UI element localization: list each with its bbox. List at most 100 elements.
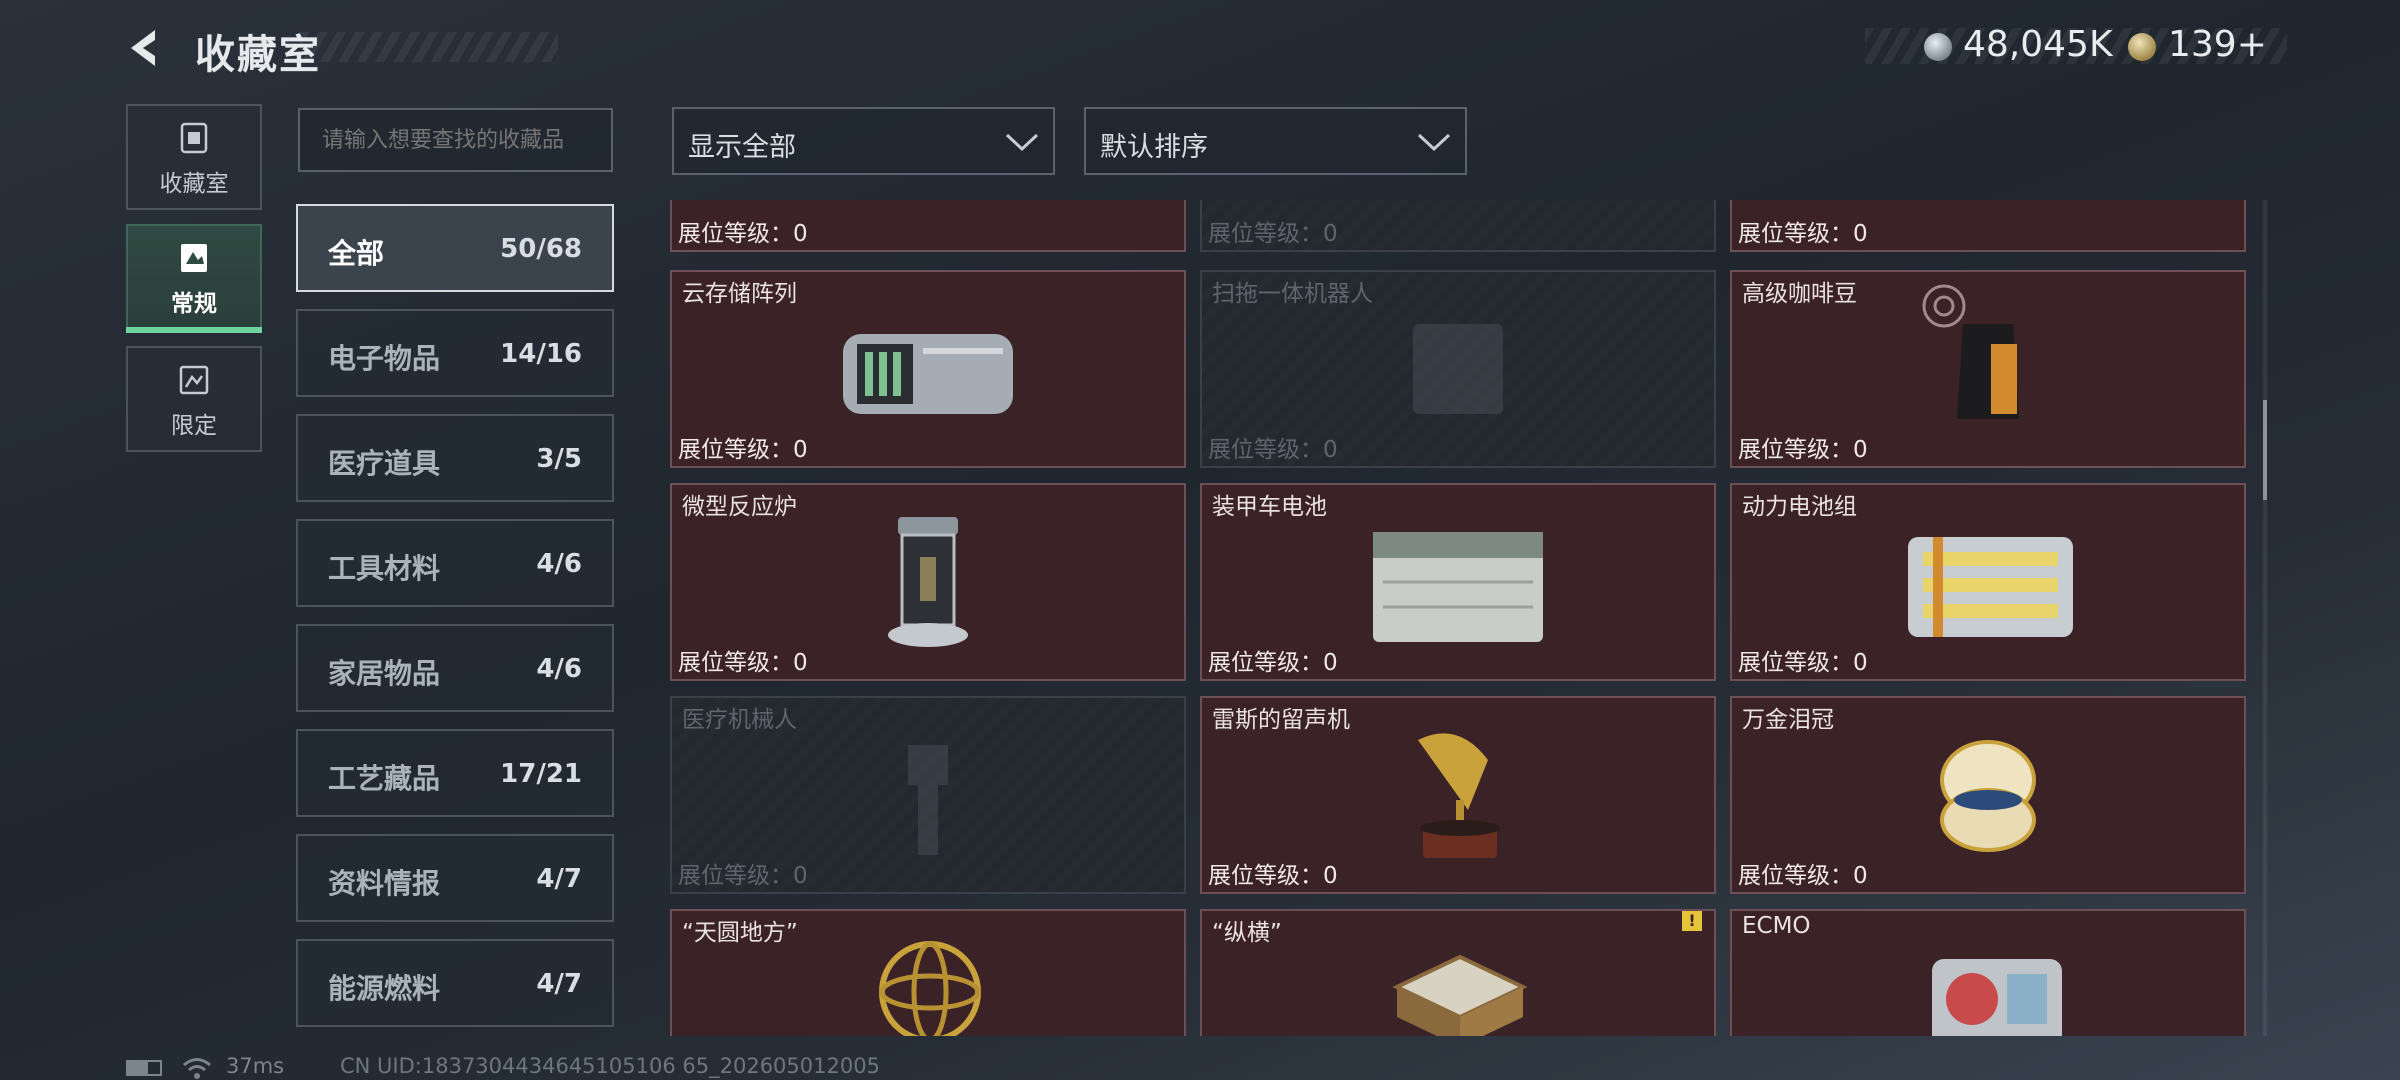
item-card[interactable]: 展位等级：0 [670, 200, 1186, 252]
nav-tab-label: 收藏室 [159, 171, 229, 197]
category-count: 17/21 [500, 759, 582, 789]
vehicle-battery-icon [1373, 532, 1543, 642]
display-filter-value: 显示全部 [688, 132, 796, 163]
nav-tab-label: 常规 [171, 291, 217, 317]
category-count: 4/6 [536, 654, 582, 684]
item-name: 雷斯的留声机 [1212, 707, 1350, 733]
category-name: 资料情报 [328, 867, 441, 900]
category-count: 50/68 [500, 234, 582, 264]
sort-value: 默认排序 [1100, 132, 1208, 163]
item-card[interactable]: 展位等级：0 [1200, 200, 1716, 252]
chevron-down-icon [1417, 133, 1451, 152]
category-intel[interactable]: 资料情报 4/7 [296, 834, 614, 922]
booth-level: 展位等级：0 [1738, 437, 1868, 463]
item-name: 万金泪冠 [1742, 707, 1834, 733]
regular-items-icon [181, 244, 207, 272]
nav-tab-collection-room[interactable]: 收藏室 [126, 104, 262, 210]
active-tab-indicator [126, 327, 262, 333]
category-name: 家居物品 [328, 657, 441, 690]
item-card[interactable]: 万金泪冠 展位等级：0 [1730, 696, 2246, 894]
item-card[interactable]: ECMO [1730, 909, 2246, 1036]
armillary-sphere-icon [879, 941, 981, 1036]
display-filter-dropdown[interactable]: 显示全部 [672, 107, 1055, 175]
item-card[interactable]: 装甲车电池 展位等级：0 [1200, 483, 1716, 681]
booth-level: 展位等级：0 [678, 863, 808, 889]
collection-grid: 展位等级：0 展位等级：0 展位等级：0 云存储阵列 展位等级：0 扫拖一体机器… [670, 200, 2262, 1036]
booth-level: 展位等级：0 [1208, 221, 1338, 247]
item-card[interactable]: 医疗机械人 展位等级：0 [670, 696, 1186, 894]
item-name: 高级咖啡豆 [1742, 281, 1857, 307]
ecmo-machine-icon [1932, 959, 2062, 1036]
gold-coin-icon [2128, 33, 2156, 61]
item-card[interactable]: “纵横” ! [1200, 909, 1716, 1036]
user-uid: CN UID:1837304434645105106 65_2026050120… [340, 1054, 880, 1078]
item-name: 云存储阵列 [682, 281, 797, 307]
category-count: 4/7 [536, 864, 582, 894]
storage-array-icon [843, 334, 1013, 414]
booth-level: 展位等级：0 [678, 221, 808, 247]
item-card[interactable]: 微型反应炉 展位等级：0 [670, 483, 1186, 681]
category-count: 14/16 [500, 339, 582, 369]
category-medical[interactable]: 医疗道具 3/5 [296, 414, 614, 502]
category-name: 工具材料 [328, 552, 441, 585]
chevron-down-icon [1005, 133, 1039, 152]
booth-level: 展位等级：0 [1738, 863, 1868, 889]
item-card[interactable]: 高级咖啡豆 展位等级：0 [1730, 270, 2246, 468]
ping-indicator: 37ms [226, 1054, 285, 1078]
nav-tab-regular[interactable]: 常规 [126, 224, 262, 330]
item-name: “天圆地方” [682, 920, 798, 946]
booth-level: 展位等级：0 [678, 650, 808, 676]
robot-vacuum-icon [1413, 324, 1503, 414]
category-home[interactable]: 家居物品 4/6 [296, 624, 614, 712]
chess-set-icon [1392, 954, 1528, 1036]
category-all[interactable]: 全部 50/68 [296, 204, 614, 292]
reactor-icon [888, 517, 968, 647]
search-input[interactable] [298, 108, 613, 172]
back-arrow-icon[interactable] [125, 26, 169, 70]
warning-badge: ! [1682, 911, 1702, 931]
item-card[interactable]: 展位等级：0 [1730, 200, 2246, 252]
category-count: 4/6 [536, 549, 582, 579]
silver-coin-icon [1924, 33, 1952, 61]
category-name: 工艺藏品 [328, 762, 441, 795]
page-title: 收藏室 [195, 32, 321, 78]
jeweled-egg-icon [1940, 740, 2036, 852]
item-name: 动力电池组 [1742, 494, 1857, 520]
gramophone-icon [1418, 733, 1500, 858]
category-crafts[interactable]: 工艺藏品 17/21 [296, 729, 614, 817]
wifi-icon [183, 1058, 211, 1079]
item-card[interactable]: 动力电池组 展位等级：0 [1730, 483, 2246, 681]
item-name: ECMO [1742, 913, 1811, 939]
nav-tab-label: 限定 [171, 413, 217, 439]
currency-amount-2-value: 139 [2168, 24, 2237, 65]
sort-dropdown[interactable]: 默认排序 [1084, 107, 1467, 175]
collection-room-icon [180, 122, 208, 154]
booth-level: 展位等级：0 [1208, 650, 1338, 676]
item-name: 扫拖一体机器人 [1212, 281, 1373, 307]
medical-robot-icon [908, 745, 948, 855]
booth-level: 展位等级：0 [1208, 437, 1338, 463]
item-card[interactable]: 雷斯的留声机 展位等级：0 [1200, 696, 1716, 894]
currency-add-button[interactable]: + [2237, 24, 2267, 65]
category-name: 医疗道具 [328, 447, 441, 480]
category-tools[interactable]: 工具材料 4/6 [296, 519, 614, 607]
category-electronics[interactable]: 电子物品 14/16 [296, 309, 614, 397]
item-card[interactable]: “天圆地方” [670, 909, 1186, 1036]
scrollbar[interactable] [2263, 200, 2267, 1036]
item-card[interactable]: 扫拖一体机器人 展位等级：0 [1200, 270, 1716, 468]
item-name: 医疗机械人 [682, 707, 797, 733]
booth-level: 展位等级：0 [1738, 221, 1868, 247]
booth-level: 展位等级：0 [678, 437, 808, 463]
currency-amount-2[interactable]: 139+ [2168, 24, 2267, 65]
item-name: 微型反应炉 [682, 494, 797, 520]
category-name: 电子物品 [328, 342, 441, 375]
limited-items-icon [179, 365, 209, 395]
category-count: 4/7 [536, 969, 582, 999]
category-count: 3/5 [536, 444, 582, 474]
scrollbar-thumb[interactable] [2263, 400, 2267, 500]
item-card[interactable]: 云存储阵列 展位等级：0 [670, 270, 1186, 468]
item-name: 装甲车电池 [1212, 494, 1327, 520]
currency-amount-1: 48,045K [1963, 24, 2113, 65]
nav-tab-limited[interactable]: 限定 [126, 346, 262, 452]
category-energy[interactable]: 能源燃料 4/7 [296, 939, 614, 1027]
